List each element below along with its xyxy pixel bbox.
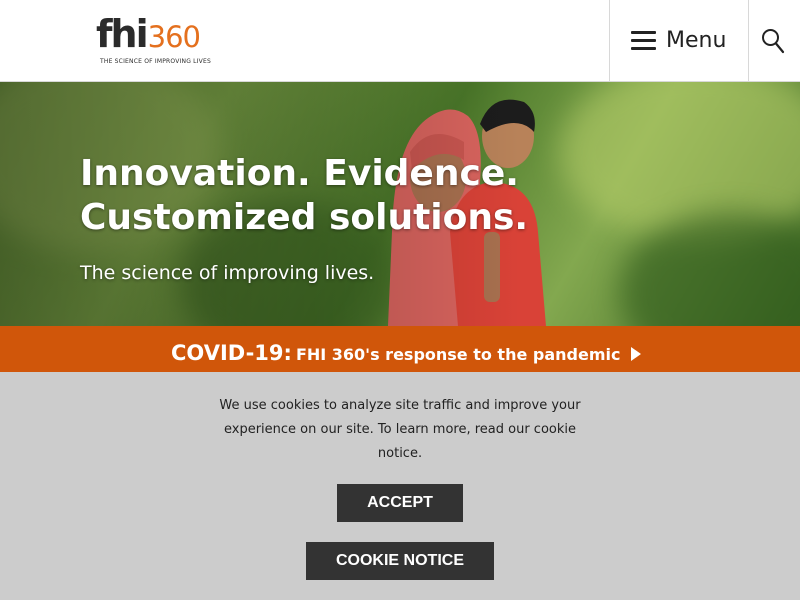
covid-label: COVID-19: (171, 341, 292, 365)
hero-subtitle: The science of improving lives. (80, 262, 375, 284)
cookie-notice-button[interactable]: COOKIE NOTICE (306, 542, 494, 580)
menu-label: Menu (666, 28, 727, 53)
accept-cookies-button[interactable]: ACCEPT (337, 484, 463, 522)
cookie-consent-banner: We use cookies to analyze site traffic a… (0, 372, 800, 600)
cookie-message: We use cookies to analyze site traffic a… (219, 398, 581, 461)
logo-letters: fhi (96, 12, 149, 56)
hero-title-line-1: Innovation. Evidence. (80, 153, 519, 194)
logo-mark: fhi360 (96, 12, 201, 56)
covid-banner: COVID-19: FHI 360's response to the pande… (0, 326, 800, 372)
hamburger-icon (631, 31, 656, 51)
logo-digits: 360 (147, 20, 201, 54)
menu-button[interactable]: Menu (609, 0, 749, 81)
play-arrow-icon (631, 347, 642, 361)
search-button[interactable] (749, 0, 800, 81)
logo-tagline: THE SCIENCE OF IMPROVING LIVES (100, 58, 211, 65)
covid-link-text: FHI 360's response to the pandemic (295, 345, 621, 364)
covid-response-link[interactable]: COVID-19: FHI 360's response to the pande… (171, 340, 642, 368)
hero-banner: Innovation. Evidence. Customized solutio… (0, 82, 800, 326)
search-icon (762, 29, 785, 54)
hero-title: Innovation. Evidence. Customized solutio… (80, 152, 529, 240)
hero-title-line-2: Customized solutions. (80, 197, 529, 238)
site-header: fhi360 THE SCIENCE OF IMPROVING LIVES Me… (0, 0, 800, 82)
fhi360-logo[interactable]: fhi360 THE SCIENCE OF IMPROVING LIVES (96, 14, 216, 70)
